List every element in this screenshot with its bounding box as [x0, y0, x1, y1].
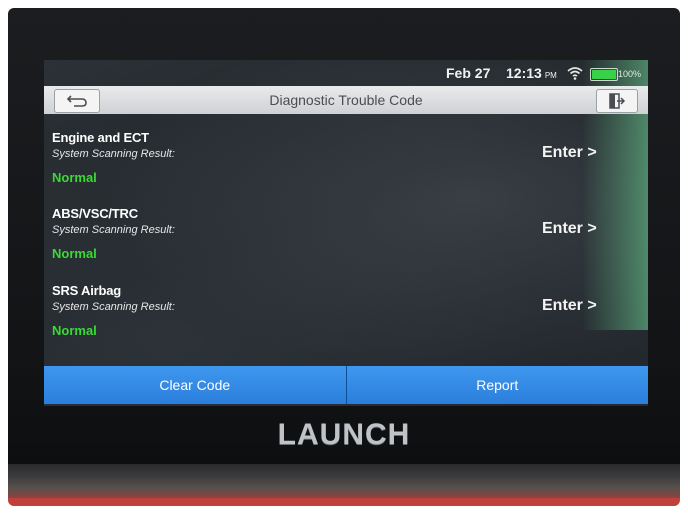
exit-icon: [609, 93, 626, 109]
system-name: ABS/VSC/TRC: [52, 206, 138, 221]
enter-button-srs-airbag[interactable]: Enter >: [542, 297, 597, 315]
battery-percent: 100%: [618, 69, 642, 79]
battery-fill: [592, 70, 616, 79]
system-result-label: System Scanning Result:: [52, 301, 175, 313]
system-result-label: System Scanning Result:: [52, 224, 175, 236]
system-result-label: System Scanning Result:: [52, 148, 175, 160]
status-clock: 12:13: [506, 65, 542, 81]
system-item-abs-vsc-trc: ABS/VSC/TRC System Scanning Result: Norm…: [44, 206, 648, 280]
device-case-lip: [8, 498, 680, 506]
status-time: 12:13 PM: [506, 65, 557, 81]
page-title: Diagnostic Trouble Code: [269, 92, 423, 108]
system-item-engine-ect: Engine and ECT System Scanning Result: N…: [44, 130, 648, 204]
system-status: Normal: [52, 246, 97, 261]
system-status: Normal: [52, 170, 97, 185]
title-bar: Diagnostic Trouble Code: [44, 86, 648, 114]
enter-button-abs-vsc-trc[interactable]: Enter >: [542, 220, 597, 238]
system-name: Engine and ECT: [52, 130, 149, 145]
brand-logo: LAUNCH: [277, 418, 411, 451]
device-screen: Feb 27 12:13 PM 100% Diagnostic Trouble C…: [44, 60, 648, 406]
enter-button-engine-ect[interactable]: Enter >: [542, 144, 597, 162]
status-date: Feb 27: [446, 65, 491, 81]
status-ampm: PM: [544, 71, 557, 80]
report-button[interactable]: Report: [345, 366, 648, 404]
exit-button[interactable]: [596, 89, 638, 113]
wifi-icon: [567, 67, 583, 80]
bottom-action-bar: Clear Code Report: [44, 366, 648, 404]
status-bar: Feb 27 12:13 PM 100%: [44, 60, 648, 86]
system-item-srs-airbag: SRS Airbag System Scanning Result: Norma…: [44, 283, 648, 357]
system-status: Normal: [52, 323, 97, 338]
clear-code-button[interactable]: Clear Code: [44, 366, 346, 404]
battery-icon: [590, 68, 618, 81]
system-name: SRS Airbag: [52, 283, 122, 298]
